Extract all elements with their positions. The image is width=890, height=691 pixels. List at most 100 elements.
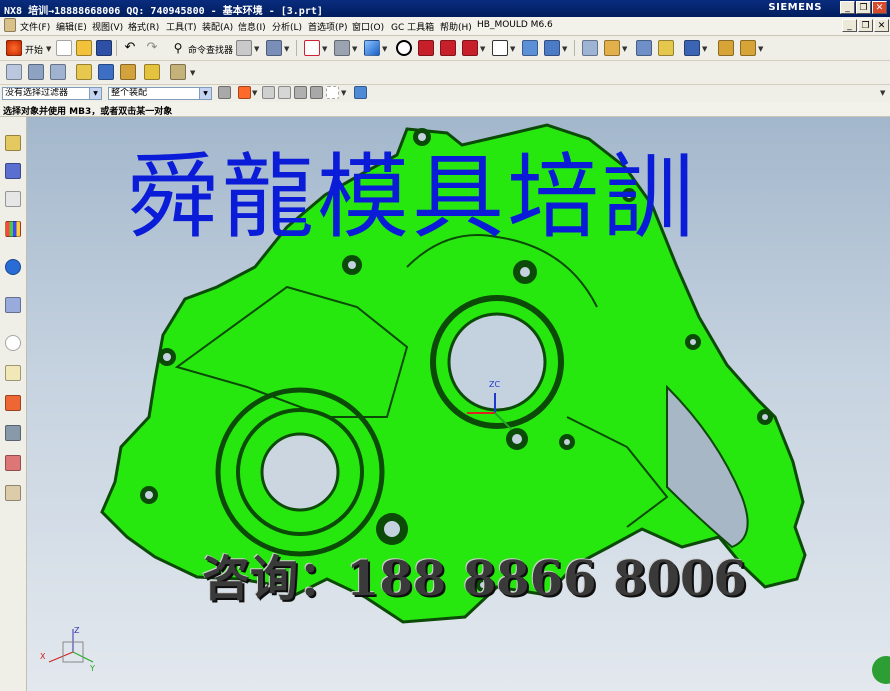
chevron-down-icon[interactable]: ▼: [254, 45, 259, 53]
history-icon[interactable]: [5, 297, 21, 313]
menu-window[interactable]: 窗口(O): [352, 20, 384, 33]
menu-help[interactable]: 帮助(H): [440, 20, 472, 33]
chevron-down-icon[interactable]: ▼: [480, 45, 485, 53]
chevron-down-icon[interactable]: ▼: [199, 88, 211, 99]
chevron-down-icon[interactable]: ▼: [382, 45, 387, 53]
chevron-down-icon[interactable]: ▼: [322, 45, 327, 53]
menu-view[interactable]: 视图(V): [92, 20, 123, 33]
background-icon[interactable]: [492, 40, 508, 56]
chevron-down-icon[interactable]: ▼: [622, 45, 627, 53]
label-icon[interactable]: [76, 64, 92, 80]
undo-icon[interactable]: ↶: [122, 40, 138, 56]
bom-icon[interactable]: [170, 64, 186, 80]
chevron-down-icon[interactable]: ▼: [89, 88, 101, 99]
command-finder-label[interactable]: 命令查找器: [188, 43, 233, 56]
edit-object-icon[interactable]: [658, 40, 674, 56]
menu-file[interactable]: 文件(F): [20, 20, 50, 33]
cube-view-icon[interactable]: [364, 40, 380, 56]
menu-information[interactable]: 信息(I): [238, 20, 266, 33]
select-faces-icon[interactable]: [278, 86, 291, 99]
rectangle-select-icon[interactable]: [326, 86, 339, 99]
chevron-down-icon[interactable]: ▼: [510, 45, 515, 53]
chevron-down-icon[interactable]: ▼: [758, 45, 763, 53]
type-filter-select[interactable]: 没有选择过滤器 ▼: [2, 87, 102, 100]
maximize-button[interactable]: ❐: [856, 1, 871, 14]
assembly-navigator-icon[interactable]: [5, 135, 21, 151]
standard-toolbar: 开始 ▼ ↶ ↷ ⚲ 命令查找器 ▼ ▼ ▼ ▼ ▼ ▼ ▼ ▼ ▼ ▼ ▼: [0, 36, 890, 61]
doc-restore-button[interactable]: ❐: [858, 19, 873, 32]
constraint-navigator-icon[interactable]: [5, 163, 21, 179]
menu-edit[interactable]: 编辑(E): [56, 20, 87, 33]
wireframe-display-icon[interactable]: [462, 40, 478, 56]
selection-scope-select[interactable]: 整个装配 ▼: [108, 87, 212, 100]
process-studio-icon[interactable]: [5, 395, 21, 411]
orient-view-icon[interactable]: [334, 40, 350, 56]
chevron-down-icon[interactable]: ▼: [252, 89, 257, 97]
general-selection-icon[interactable]: [218, 86, 231, 99]
open-folder-icon[interactable]: [76, 40, 92, 56]
measure-angle-icon[interactable]: [740, 40, 756, 56]
section-view-icon[interactable]: [522, 40, 538, 56]
transform-icon[interactable]: [684, 40, 700, 56]
layer-icon[interactable]: [582, 40, 598, 56]
menu-preferences[interactable]: 首选项(P): [308, 20, 347, 33]
part-navigator-icon[interactable]: [5, 191, 21, 207]
clock-icon[interactable]: [5, 335, 21, 351]
snap-tool-icon[interactable]: [236, 40, 252, 56]
select-body-icon[interactable]: [310, 86, 323, 99]
triad-zc-label: ZC: [489, 380, 500, 389]
chevron-down-icon[interactable]: ▼: [190, 69, 195, 77]
chevron-down-icon[interactable]: ▼: [880, 89, 885, 97]
component-icon[interactable]: [28, 64, 44, 80]
menu-assemblies[interactable]: 装配(A): [202, 20, 233, 33]
roles-icon[interactable]: [5, 455, 21, 471]
close-button[interactable]: ✕: [872, 1, 887, 14]
minimize-button[interactable]: _: [840, 1, 855, 14]
system-scenes-icon[interactable]: [5, 485, 21, 501]
select-all-icon[interactable]: [354, 86, 367, 99]
edge-display-icon[interactable]: [418, 40, 434, 56]
ejector-icon[interactable]: [144, 64, 160, 80]
assembly-icon[interactable]: [50, 64, 66, 80]
chevron-down-icon[interactable]: ▼: [562, 45, 567, 53]
start-icon[interactable]: [6, 40, 22, 56]
start-button-label[interactable]: 开始: [25, 43, 43, 56]
graphics-window[interactable]: ZC Z X Y 舜龍模具培訓 咨询：188 8866 8006: [27, 117, 890, 691]
electrode-icon[interactable]: [98, 64, 114, 80]
web-browser-icon[interactable]: [5, 259, 21, 275]
shaded-display-icon[interactable]: [396, 40, 412, 56]
wcs-icon[interactable]: [604, 40, 620, 56]
chevron-down-icon[interactable]: ▼: [341, 89, 346, 97]
manufacturing-wizard-icon[interactable]: [5, 425, 21, 441]
snap-point-icon[interactable]: [238, 86, 251, 99]
clipping-icon[interactable]: [544, 40, 560, 56]
select-edges-icon[interactable]: [294, 86, 307, 99]
analysis-icon[interactable]: [266, 40, 282, 56]
measure-distance-icon[interactable]: [718, 40, 734, 56]
chevron-down-icon[interactable]: ▼: [352, 45, 357, 53]
redo-icon[interactable]: ↷: [144, 40, 160, 56]
binoculars-icon[interactable]: ⚲: [170, 40, 186, 56]
face-display-icon[interactable]: [440, 40, 456, 56]
cooling-icon[interactable]: [120, 64, 136, 80]
toolbar-separator: [296, 40, 297, 56]
new-file-icon[interactable]: [56, 40, 72, 56]
menu-gc-toolbox[interactable]: GC 工具箱: [391, 20, 434, 33]
select-link-icon[interactable]: [262, 86, 275, 99]
watermark-text: 舜龍模具培訓: [127, 144, 698, 251]
chevron-down-icon[interactable]: ▼: [702, 45, 707, 53]
reuse-library-icon[interactable]: [5, 221, 21, 237]
menu-tools[interactable]: 工具(T): [166, 20, 197, 33]
mold-wizard-icon[interactable]: [6, 64, 22, 80]
system-materials-icon[interactable]: [5, 365, 21, 381]
menu-hb-mould[interactable]: HB_MOULD M6.6: [477, 20, 553, 30]
menu-format[interactable]: 格式(R): [128, 20, 159, 33]
chevron-down-icon[interactable]: ▼: [46, 45, 51, 53]
save-icon[interactable]: [96, 40, 112, 56]
move-object-icon[interactable]: [636, 40, 652, 56]
doc-minimize-button[interactable]: _: [842, 19, 857, 32]
fit-view-icon[interactable]: [304, 40, 320, 56]
chevron-down-icon[interactable]: ▼: [284, 45, 289, 53]
menu-analysis[interactable]: 分析(L): [272, 20, 302, 33]
doc-close-button[interactable]: ✕: [874, 19, 889, 32]
